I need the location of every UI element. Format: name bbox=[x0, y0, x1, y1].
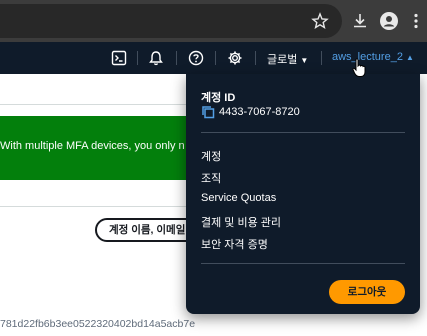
nav-divider bbox=[137, 51, 138, 65]
bell-icon[interactable] bbox=[148, 50, 164, 66]
region-selector[interactable]: 글로벌 ▼ bbox=[267, 51, 308, 67]
menu-divider bbox=[201, 132, 405, 133]
browser-toolbar bbox=[0, 0, 427, 42]
more-vert-icon[interactable] bbox=[406, 11, 426, 31]
star-icon[interactable] bbox=[310, 11, 330, 31]
account-id-value: 4433-7067-8720 bbox=[219, 106, 300, 118]
profile-icon[interactable] bbox=[379, 11, 399, 31]
menu-item-security-credentials[interactable]: 보안 자격 증명 bbox=[201, 236, 268, 252]
download-icon[interactable] bbox=[350, 11, 370, 31]
banner-text: With multiple MFA devices, you only n bbox=[0, 140, 185, 152]
help-icon[interactable] bbox=[188, 50, 204, 66]
account-label: aws_lecture_2 bbox=[332, 51, 403, 63]
cloudshell-icon[interactable] bbox=[111, 50, 127, 66]
nav-divider bbox=[176, 51, 177, 65]
section-divider bbox=[0, 206, 190, 207]
menu-item-billing[interactable]: 결제 및 비용 관리 bbox=[201, 214, 281, 230]
copy-icon[interactable] bbox=[201, 105, 215, 119]
logout-button[interactable]: 로그아웃 bbox=[329, 280, 405, 304]
hand-cursor-icon bbox=[352, 58, 366, 77]
address-bar[interactable] bbox=[0, 4, 342, 38]
menu-item-service-quotas[interactable]: Service Quotas bbox=[201, 192, 276, 204]
section-divider bbox=[0, 104, 190, 105]
menu-divider bbox=[201, 263, 405, 264]
caret-up-icon: ▲ bbox=[405, 53, 414, 62]
gear-icon[interactable] bbox=[227, 50, 243, 66]
menu-item-organization[interactable]: 조직 bbox=[201, 170, 221, 186]
account-dropdown: 계정 ID 4433-7067-8720 계정 조직 Service Quota… bbox=[186, 74, 420, 314]
hash-value: 781d22fb6b3ee0522320402bd14a5acb7e bbox=[0, 318, 196, 330]
nav-divider bbox=[215, 51, 216, 65]
nav-divider bbox=[255, 51, 256, 65]
mfa-info-banner: With multiple MFA devices, you only n bbox=[0, 116, 190, 180]
account-id-label: 계정 ID bbox=[201, 92, 236, 104]
menu-item-account[interactable]: 계정 bbox=[201, 148, 221, 164]
region-label: 글로벌 bbox=[267, 54, 298, 66]
caret-down-icon: ▼ bbox=[300, 56, 309, 65]
account-menu-button[interactable]: aws_lecture_2 ▲ bbox=[332, 51, 414, 63]
nav-divider bbox=[321, 51, 322, 65]
